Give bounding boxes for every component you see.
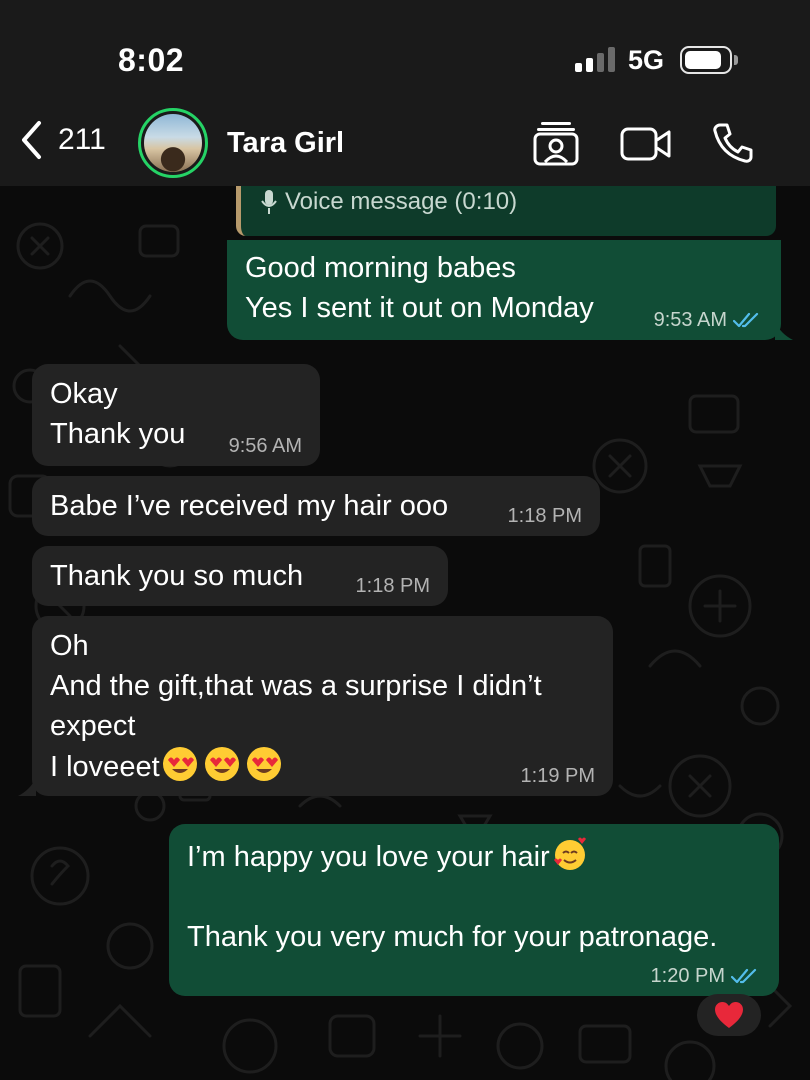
back-button[interactable]: 211 (20, 120, 106, 160)
battery-tip (734, 55, 738, 65)
message-text: And the gift,that was a surprise I didn’… (50, 670, 542, 702)
heart-icon (715, 1002, 743, 1028)
phone-icon[interactable] (712, 122, 754, 164)
message-time: 9:56 AM (228, 435, 302, 457)
message-time: 1:20 PM (650, 965, 725, 987)
signal-strength-icon (575, 46, 617, 72)
network-label: 5G (628, 45, 665, 75)
message-text: Good morning babes (245, 252, 516, 284)
message-time: 9:53 AM (653, 309, 727, 331)
double-check-icon (731, 968, 757, 984)
smiling-face-with-hearts-emoji-icon (553, 837, 586, 870)
message-bubble-incoming[interactable]: Oh And the gift,that was a surprise I di… (32, 616, 613, 796)
status-icon[interactable] (532, 120, 580, 166)
message-text: I’m happy you love your hair (187, 841, 550, 873)
message-time: 1:18 PM (507, 505, 582, 527)
battery-icon (680, 46, 732, 74)
double-check-icon (733, 312, 759, 328)
message-bubble-incoming[interactable]: Thank you so much 1:18 PM (32, 546, 448, 606)
message-meta: 1:18 PM (356, 574, 430, 598)
heart-eyes-emoji-icon (162, 746, 282, 782)
message-time: 1:19 PM (520, 765, 595, 787)
message-text: I loveeet (50, 751, 160, 783)
message-line-with-emoji: I loveeet (50, 746, 595, 787)
message-meta: 9:53 AM (654, 308, 763, 332)
message-bubble-outgoing[interactable]: I’m happy you love your hair Thank you v… (169, 824, 779, 996)
message-text: Babe I’ve received my hair ooo (50, 490, 449, 522)
message-bubble-outgoing[interactable]: Good morning babes Yes I sent it out on … (227, 240, 781, 340)
quoted-voice-label: Voice message (0:10) (285, 188, 518, 215)
contact-name[interactable]: Tara Girl (227, 127, 344, 160)
message-reaction[interactable] (697, 994, 761, 1036)
status-bar: 8:02 5G (0, 0, 810, 100)
microphone-icon (261, 190, 277, 214)
message-time: 1:18 PM (355, 575, 430, 597)
avatar-image (144, 114, 202, 172)
message-text (187, 877, 761, 917)
message-meta: 9:56 AM (229, 434, 302, 458)
message-text: Thank you very much for your patronage. (187, 921, 718, 953)
message-bubble-incoming[interactable]: Okay Thank you 9:56 AM (32, 364, 320, 466)
message-meta: 1:19 PM (521, 764, 595, 788)
message-text: expect (50, 710, 136, 742)
chat-area[interactable]: Voice message (0:10) Good morning babes … (0, 186, 810, 1080)
message-text: Oh (50, 630, 89, 662)
quoted-voice-message: Voice message (0:10) (261, 188, 517, 216)
message-meta: 1:20 PM (651, 964, 761, 988)
bubble-tail (775, 322, 793, 340)
message-bubble-incoming[interactable]: Babe I’ve received my hair ooo 1:18 PM (32, 476, 600, 536)
chevron-left-icon (22, 121, 41, 159)
status-time: 8:02 (118, 42, 185, 78)
quoted-message[interactable]: Voice message (0:10) (236, 186, 776, 236)
avatar[interactable] (138, 108, 208, 178)
unread-count: 211 (58, 123, 106, 156)
message-meta: 1:18 PM (508, 504, 582, 528)
message-text: Okay (50, 378, 118, 410)
bubble-tail (18, 778, 36, 796)
chat-header: 211 Tara Girl (0, 100, 810, 186)
message-line-with-emoji: I’m happy you love your hair (187, 836, 761, 877)
video-camera-icon[interactable] (620, 126, 672, 162)
